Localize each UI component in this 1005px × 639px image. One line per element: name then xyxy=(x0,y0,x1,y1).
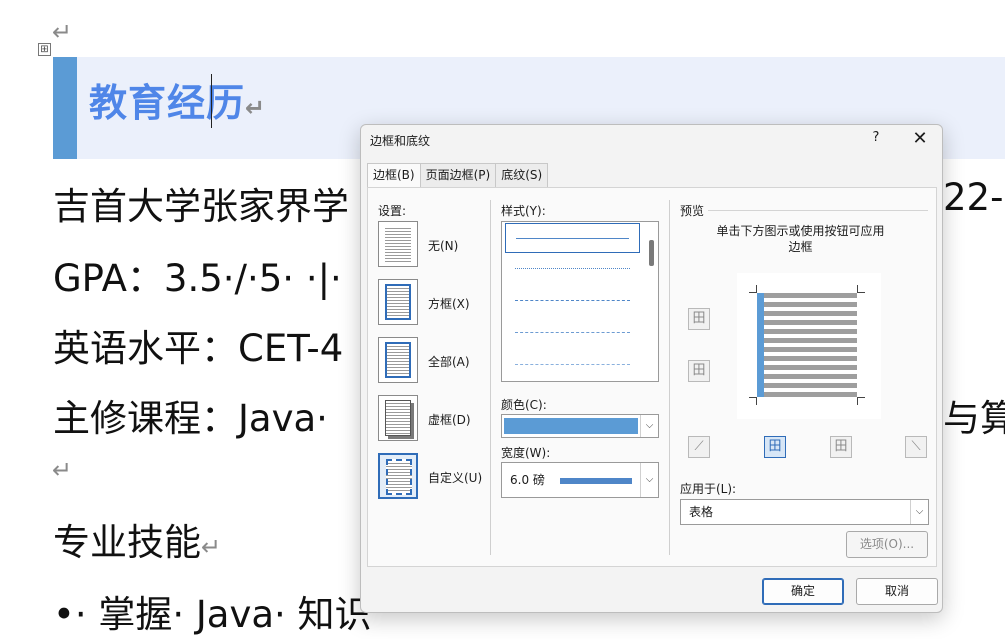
preview-diagram[interactable] xyxy=(737,273,881,419)
heading-accent-bar xyxy=(53,57,77,159)
left-border-toggle-icon[interactable]: 田 xyxy=(764,436,786,458)
line-style-list[interactable] xyxy=(501,221,659,382)
color-dropdown[interactable]: ⌵ xyxy=(501,414,659,438)
inside-horizontal-toggle-icon[interactable]: 田 xyxy=(688,360,710,382)
cancel-button[interactable]: 取消 xyxy=(856,578,938,605)
borders-shading-dialog: 边框和底纹 ? ✕ 边框(B) 页面边框(P) 底纹(S) 设置: 无(N) 方… xyxy=(360,124,943,613)
chevron-down-icon: ⌵ xyxy=(640,463,658,497)
corner-mark xyxy=(857,285,865,293)
corner-mark xyxy=(749,285,757,293)
apply-to-label: 应用于(L): xyxy=(680,482,737,496)
diagonal-up-toggle-icon[interactable]: ⟍ xyxy=(905,436,927,458)
settings-label: 设置: xyxy=(378,204,407,218)
line-style-dotted[interactable] xyxy=(505,254,640,284)
setting-none-label: 无(N) xyxy=(428,239,459,253)
custom-border-icon xyxy=(386,459,412,495)
setting-custom-label: 自定义(U) xyxy=(428,471,483,485)
setting-custom-button[interactable] xyxy=(378,453,418,499)
section-title-text: 专业技能 xyxy=(53,521,201,564)
section-title-skills[interactable]: 专业技能↵ xyxy=(53,512,221,566)
tab-strip: 边框(B) 页面边框(P) 底纹(S) xyxy=(367,163,549,188)
ok-button[interactable]: 确定 xyxy=(762,578,844,605)
doc-fragment-course: 与算 xyxy=(943,397,1005,440)
tab-page-borders[interactable]: 页面边框(P) xyxy=(419,163,497,187)
chevron-down-icon: ⌵ xyxy=(640,415,658,437)
heading-education[interactable]: 教育经历↵ xyxy=(89,72,266,127)
style-label: 样式(Y): xyxy=(501,204,546,218)
style-list-scrollbar[interactable] xyxy=(649,240,654,266)
tab-borders[interactable]: 边框(B) xyxy=(367,163,421,188)
width-dropdown[interactable]: 6.0 磅 ⌵ xyxy=(501,462,659,498)
box-border-icon xyxy=(385,284,411,320)
apply-to-value: 表格 xyxy=(689,505,714,519)
color-swatch xyxy=(504,418,638,434)
setting-grid-button[interactable] xyxy=(378,395,418,441)
help-button[interactable]: ? xyxy=(866,130,886,150)
preview-left-border xyxy=(757,293,764,397)
inside-vertical-toggle-icon[interactable]: 田 xyxy=(830,436,852,458)
color-label: 颜色(C): xyxy=(501,398,547,412)
doc-line-gpa[interactable]: GPA：3.5·/·5· ·|· xyxy=(53,248,342,302)
paragraph-mark: ↵ xyxy=(52,456,73,484)
chevron-down-icon: ⌵ xyxy=(910,500,928,524)
dialog-title: 边框和底纹 xyxy=(370,134,431,148)
width-sample xyxy=(560,478,632,484)
grid-border-icon xyxy=(385,400,411,436)
setting-all-label: 全部(A) xyxy=(428,355,470,369)
line-style-dash-dot[interactable] xyxy=(505,350,640,380)
tab-shading[interactable]: 底纹(S) xyxy=(495,163,549,187)
page-icon xyxy=(385,226,411,262)
doc-line-courses[interactable]: 主修课程：Java· xyxy=(53,388,328,442)
width-value: 6.0 磅 xyxy=(510,473,545,487)
diagonal-down-toggle-icon[interactable]: ⟋ xyxy=(688,436,710,458)
heading-text: 教育经历 xyxy=(89,81,246,125)
paragraph-mark: ↵ xyxy=(245,94,267,122)
setting-all-button[interactable] xyxy=(378,337,418,383)
doc-line-university[interactable]: 吉首大学张家界学 xyxy=(53,176,349,230)
setting-grid-label: 虚框(D) xyxy=(428,413,471,427)
doc-line-english[interactable]: 英语水平：CET-4 xyxy=(53,318,343,372)
top-border-toggle-icon[interactable]: 田 xyxy=(688,308,710,330)
line-style-dash[interactable] xyxy=(505,318,640,348)
preview-hint: 单击下方图示或使用按钮可应用边框 xyxy=(716,224,885,254)
paragraph-mark: ↵ xyxy=(52,18,73,46)
preview-rule xyxy=(708,210,928,211)
separator xyxy=(490,200,491,555)
preview-label: 预览 xyxy=(680,204,705,218)
setting-none-button[interactable] xyxy=(378,221,418,267)
doc-line-bullet[interactable]: •· 掌握· Java· 知识 xyxy=(53,584,372,638)
line-style-fine-dash[interactable] xyxy=(505,286,640,316)
table-move-handle-icon[interactable]: ⊞ xyxy=(38,43,51,56)
text-caret xyxy=(211,74,212,128)
apply-to-dropdown[interactable]: 表格 ⌵ xyxy=(680,499,929,525)
corner-mark xyxy=(749,397,757,405)
width-label: 宽度(W): xyxy=(501,446,551,460)
close-icon[interactable]: ✕ xyxy=(907,127,933,151)
line-style-solid[interactable] xyxy=(505,223,640,253)
options-button[interactable]: 选项(O)... xyxy=(846,531,928,558)
preview-table-lines xyxy=(763,293,857,397)
setting-box-button[interactable] xyxy=(378,279,418,325)
all-borders-icon xyxy=(385,342,411,378)
borders-panel: 设置: 无(N) 方框(X) 全部(A) 虚框(D) 自定义(U) 样式(Y):… xyxy=(367,187,937,567)
setting-box-label: 方框(X) xyxy=(428,297,470,311)
separator xyxy=(669,200,670,555)
paragraph-mark: ↵ xyxy=(201,533,222,561)
corner-mark xyxy=(857,397,865,405)
doc-fragment-date: 22-( xyxy=(943,176,1005,219)
